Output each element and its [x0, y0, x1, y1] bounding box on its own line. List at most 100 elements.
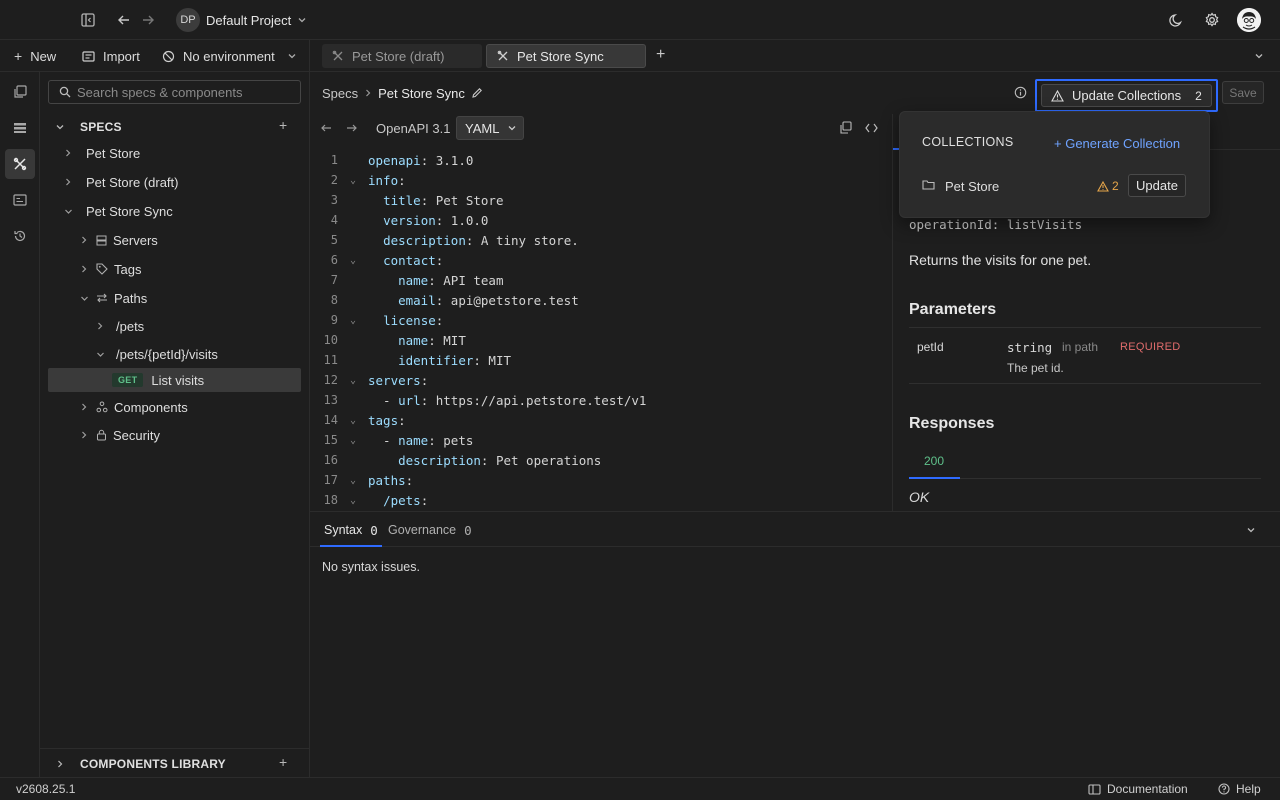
tree-item-pet-store-draft[interactable]: Pet Store (draft): [48, 170, 301, 194]
line-number: 13: [323, 393, 338, 407]
code-line[interactable]: 13 - url: https://api.petstore.test/v1: [310, 390, 891, 410]
fold-chevron-icon[interactable]: ⌄: [338, 435, 368, 446]
tab-pet-store-sync[interactable]: Pet Store Sync: [486, 44, 646, 68]
gear-icon[interactable]: [1204, 12, 1220, 28]
user-avatar[interactable]: [1237, 8, 1261, 32]
line-number: 10: [323, 333, 338, 347]
moon-icon[interactable]: [1168, 12, 1184, 28]
tree-item-path-pets[interactable]: /pets: [48, 314, 301, 338]
code-line[interactable]: 16 description: Pet operations: [310, 450, 891, 470]
server-icon: [96, 235, 107, 246]
components-library-header[interactable]: COMPONENTS LIBRARY: [40, 752, 310, 776]
param-required: REQUIRED: [1120, 341, 1181, 353]
format-select[interactable]: YAML: [456, 116, 524, 140]
tree-item-pet-store[interactable]: Pet Store: [48, 141, 301, 165]
environments-icon[interactable]: [5, 113, 35, 143]
specs-section-header[interactable]: SPECS: [40, 115, 310, 139]
documentation-link[interactable]: Documentation: [1088, 782, 1188, 796]
fold-chevron-icon[interactable]: ⌄: [338, 415, 368, 426]
forward-arrow-icon[interactable]: [140, 12, 156, 28]
code-line[interactable]: 12 ⌄ servers:: [310, 370, 891, 390]
fold-chevron-icon[interactable]: ⌄: [338, 475, 368, 486]
collapse-panel-chevron-icon[interactable]: [1246, 525, 1256, 535]
collection-update-button[interactable]: Update: [1128, 174, 1186, 197]
tab-pet-store-draft[interactable]: Pet Store (draft): [322, 44, 482, 68]
add-spec-button[interactable]: +: [279, 117, 287, 133]
tab-syntax[interactable]: Syntax 0: [324, 523, 378, 538]
info-icon[interactable]: [1014, 86, 1027, 99]
code-key: identifier: [398, 352, 474, 368]
fold-chevron-icon[interactable]: ⌄: [338, 255, 368, 266]
breadcrumb-root[interactable]: Specs: [322, 86, 358, 101]
copy-icon[interactable]: [839, 121, 852, 134]
code-key: name: [398, 272, 429, 288]
fold-chevron-icon[interactable]: ⌄: [338, 175, 368, 186]
add-tab-button[interactable]: +: [656, 46, 665, 64]
tree-item-servers[interactable]: Servers: [48, 228, 301, 252]
tree-item-pet-store-sync[interactable]: Pet Store Sync: [48, 199, 301, 223]
environment-select[interactable]: No environment: [162, 46, 297, 66]
update-collections-button[interactable]: Update Collections 2: [1035, 79, 1218, 112]
code-line[interactable]: 17 ⌄ paths:: [310, 470, 891, 490]
plus-icon: +: [14, 48, 23, 64]
code-line[interactable]: 1 openapi: 3.1.0: [310, 150, 891, 170]
fold-chevron-icon[interactable]: ⌄: [338, 495, 368, 506]
code-line[interactable]: 4 version: 1.0.0: [310, 210, 891, 230]
redo-arrow-icon[interactable]: [346, 122, 358, 134]
tabs-menu-chevron-icon[interactable]: [1254, 51, 1264, 61]
code-line[interactable]: 14 ⌄ tags:: [310, 410, 891, 430]
project-switcher[interactable]: DP Default Project: [176, 8, 307, 32]
breadcrumb: Specs Pet Store Sync: [322, 84, 483, 102]
toggle-sidebar-icon[interactable]: [80, 12, 96, 28]
code-line[interactable]: 15 ⌄ - name: pets: [310, 430, 891, 450]
undo-arrow-icon[interactable]: [320, 122, 332, 134]
tree-item-security[interactable]: Security: [48, 423, 301, 447]
search-input[interactable]: [77, 84, 297, 100]
search-box[interactable]: [48, 80, 301, 104]
tab-governance[interactable]: Governance 0: [388, 523, 472, 538]
code-value: :: [435, 312, 444, 328]
yaml-editor[interactable]: 1 openapi: 3.1.0 2 ⌄ info: 3 title: Pet Store…: [310, 150, 891, 510]
mock-server-icon[interactable]: [5, 185, 35, 215]
code-line[interactable]: 5 description: A tiny store.: [310, 230, 891, 250]
tree-item-path-visits[interactable]: /pets/{petId}/visits: [48, 342, 301, 366]
save-button[interactable]: Save: [1222, 81, 1264, 104]
code-indent: -: [368, 392, 399, 408]
code-line[interactable]: 8 email: api@petstore.test: [310, 290, 891, 310]
tree-item-list-visits[interactable]: GET List visits: [48, 368, 301, 392]
code-text: /pets:: [368, 493, 428, 508]
code-line[interactable]: 7 name: API team: [310, 270, 891, 290]
pencil-icon[interactable]: [471, 87, 483, 99]
collections-popover: COLLECTIONS + Generate Collection Pet St…: [899, 111, 1210, 218]
back-arrow-icon[interactable]: [116, 12, 132, 28]
fold-chevron-icon[interactable]: ⌄: [338, 375, 368, 386]
editor-toolbar: OpenAPI 3.1: [310, 114, 891, 142]
help-link[interactable]: Help: [1218, 782, 1261, 796]
code-line[interactable]: 18 ⌄ /pets:: [310, 490, 891, 510]
tree-item-paths[interactable]: Paths: [48, 286, 301, 310]
history-icon[interactable]: [5, 221, 35, 251]
response-code-tab[interactable]: 200: [924, 454, 944, 468]
code-value: :: [398, 172, 406, 188]
generate-collection-button[interactable]: + Generate Collection: [1054, 136, 1180, 151]
code-text: license:: [368, 313, 443, 328]
specs-design-icon[interactable]: [5, 149, 35, 179]
collections-icon[interactable]: [5, 77, 35, 107]
code-view-icon[interactable]: [865, 122, 878, 134]
fold-chevron-icon[interactable]: ⌄: [338, 315, 368, 326]
code-line[interactable]: 9 ⌄ license:: [310, 310, 891, 330]
tree-item-components[interactable]: Components: [48, 395, 301, 419]
code-line[interactable]: 3 title: Pet Store: [310, 190, 891, 210]
problems-panel: Syntax 0 Governance 0 No syntax issues.: [310, 511, 1280, 777]
code-line[interactable]: 11 identifier: MIT: [310, 350, 891, 370]
chevron-down-icon: [94, 350, 106, 359]
code-line[interactable]: 10 name: MIT: [310, 330, 891, 350]
tree-item-tags[interactable]: Tags: [48, 257, 301, 281]
add-component-button[interactable]: +: [279, 754, 287, 770]
code-line[interactable]: 2 ⌄ info:: [310, 170, 891, 190]
code-line[interactable]: 6 ⌄ contact:: [310, 250, 891, 270]
new-button[interactable]: + New: [14, 46, 56, 66]
components-icon: [96, 401, 108, 413]
import-button[interactable]: Import: [82, 46, 140, 66]
chevron-right-icon: [364, 89, 372, 97]
